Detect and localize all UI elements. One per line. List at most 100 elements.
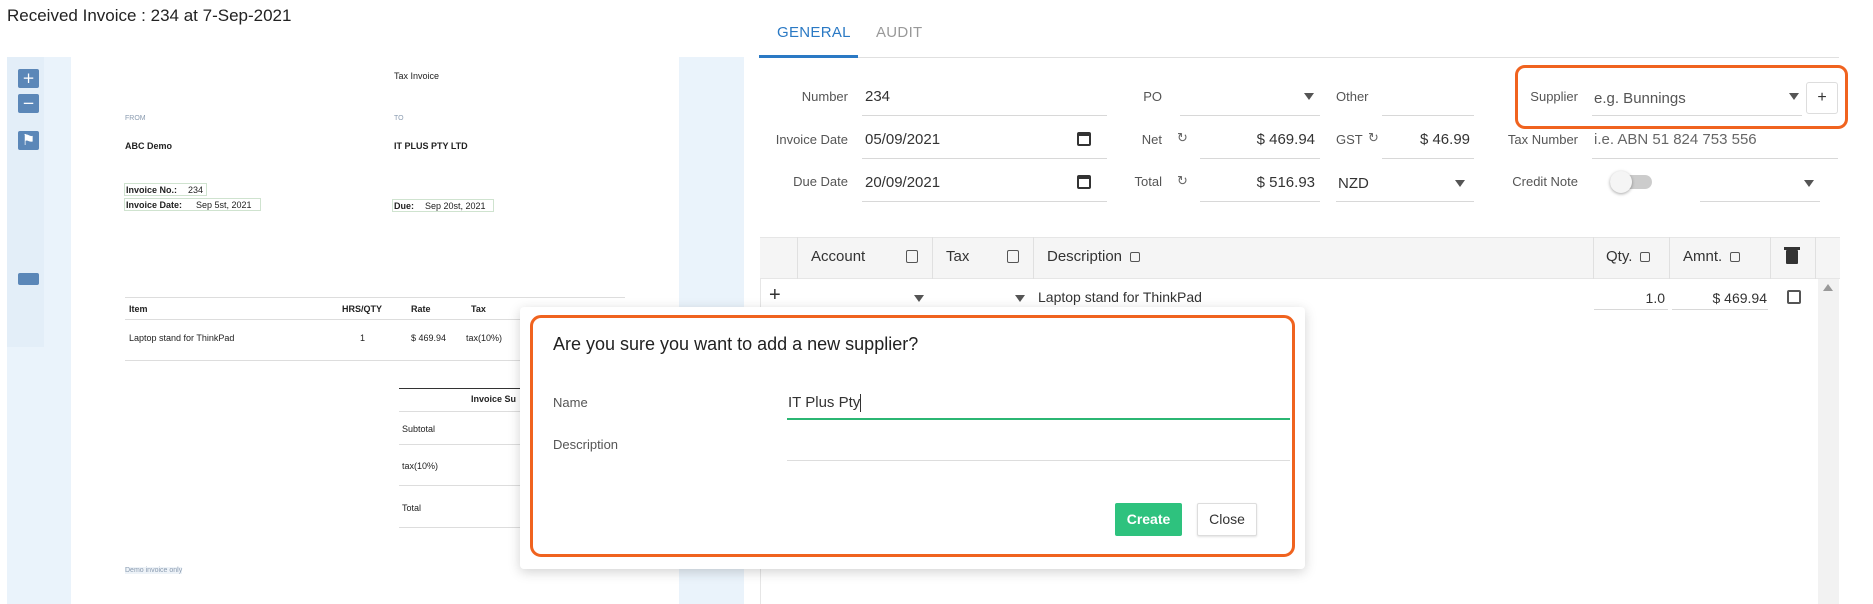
- copy-icon[interactable]: [1007, 250, 1019, 263]
- total-recalc-icon[interactable]: ↻: [1177, 174, 1188, 189]
- grid-col-divider: [1770, 237, 1771, 279]
- preview-th-qty: HRS/QTY: [342, 304, 383, 314]
- grid-header-account[interactable]: Account: [811, 248, 865, 265]
- row-checkbox[interactable]: [1787, 290, 1801, 304]
- due-date-label: Due Date: [793, 174, 848, 189]
- trash-icon[interactable]: [1786, 250, 1798, 264]
- column-settings-icon[interactable]: [1730, 252, 1740, 262]
- row-description[interactable]: Laptop stand for ThinkPad: [1038, 289, 1202, 305]
- total-label: Total: [1134, 174, 1162, 189]
- preview-footer: Demo invoice only: [125, 567, 183, 574]
- number-underline: [862, 115, 1107, 116]
- grid-header-description[interactable]: Description: [1047, 248, 1122, 265]
- grid-header-tax[interactable]: Tax: [946, 248, 969, 265]
- scroll-up-icon[interactable]: [1823, 284, 1833, 291]
- add-row-button[interactable]: +: [769, 284, 781, 307]
- create-button[interactable]: Create: [1115, 503, 1182, 536]
- account-dropdown-icon[interactable]: [914, 295, 924, 302]
- active-tab-indicator: [759, 55, 858, 58]
- zoom-out-button[interactable]: −: [18, 94, 39, 113]
- preview-summary-total: Total: [402, 503, 422, 513]
- gst-field[interactable]: $ 46.99: [1390, 131, 1470, 148]
- tab-general[interactable]: GENERAL: [777, 24, 851, 41]
- preview-th-tax: Tax: [471, 304, 486, 314]
- other-label: Other: [1336, 89, 1369, 104]
- flag-button[interactable]: ⚑: [18, 131, 39, 150]
- preview-from-name: ABC Demo: [125, 141, 173, 151]
- credit-note-dropdown-icon[interactable]: [1804, 180, 1814, 187]
- tax-number-underline: [1592, 158, 1838, 159]
- preview-invoice-date: Sep 5st, 2021: [196, 200, 252, 210]
- grid-col-divider: [1593, 237, 1594, 279]
- add-supplier-button[interactable]: +: [1806, 82, 1838, 114]
- net-recalc-icon[interactable]: ↻: [1177, 131, 1188, 146]
- invoice-date-label: Invoice Date: [775, 132, 848, 147]
- preview-invoice-date-label: Invoice Date:: [126, 200, 183, 210]
- other-field[interactable]: [1382, 115, 1474, 116]
- grid-header-qty[interactable]: Qty.: [1606, 248, 1632, 265]
- po-field[interactable]: [1180, 115, 1320, 116]
- currency-dropdown-icon[interactable]: [1455, 180, 1465, 187]
- text-cursor: [860, 394, 861, 412]
- dialog-name-underline: [787, 418, 1290, 420]
- row-qty[interactable]: 1.0: [1600, 290, 1665, 306]
- net-field[interactable]: $ 469.94: [1210, 131, 1315, 148]
- grid-col-divider: [1815, 237, 1816, 279]
- preview-cell-tax: tax(10%): [466, 333, 503, 343]
- column-settings-icon[interactable]: [1640, 252, 1650, 262]
- supplier-dropdown-icon[interactable]: [1789, 93, 1799, 100]
- number-label: Number: [801, 89, 848, 104]
- credit-note-select[interactable]: [1700, 201, 1820, 202]
- row-amount-underline: [1672, 309, 1768, 310]
- preview-cell-qty: 1: [360, 333, 366, 343]
- tax-number-field[interactable]: i.e. ABN 51 824 753 556: [1594, 131, 1757, 148]
- grid-header-amount[interactable]: Amnt.: [1683, 248, 1722, 265]
- grid-col-divider: [1669, 237, 1670, 279]
- po-dropdown-icon[interactable]: [1304, 93, 1314, 100]
- grid-scrollbar[interactable]: [1818, 279, 1839, 604]
- row-amount[interactable]: $ 469.94: [1675, 290, 1768, 306]
- dialog-title: Are you sure you want to add a new suppl…: [553, 334, 919, 354]
- preview-cell-item: Laptop stand for ThinkPad: [129, 333, 235, 343]
- row-qty-underline: [1594, 309, 1668, 310]
- dialog-description-input[interactable]: [787, 460, 1290, 461]
- number-field[interactable]: 234: [865, 88, 890, 105]
- preview-scroll-handle[interactable]: [18, 273, 39, 285]
- dialog-name-label: Name: [553, 395, 588, 410]
- invoice-date-underline: [862, 158, 1107, 159]
- net-underline: [1200, 158, 1320, 159]
- due-date-field[interactable]: 20/09/2021: [865, 174, 940, 191]
- close-button[interactable]: Close: [1197, 503, 1257, 536]
- credit-note-toggle-knob[interactable]: [1610, 171, 1632, 193]
- grid-header: [760, 237, 1840, 279]
- preview-to-label: TO: [394, 115, 404, 122]
- tabs-divider: [759, 57, 1839, 58]
- column-settings-icon[interactable]: [1130, 252, 1140, 262]
- invoice-date-field[interactable]: 05/09/2021: [865, 131, 940, 148]
- supplier-underline: [1592, 115, 1802, 116]
- grid-col-divider: [797, 237, 798, 279]
- currency-select[interactable]: NZD: [1338, 175, 1369, 192]
- page-title: Received Invoice : 234 at 7-Sep-2021: [7, 6, 292, 25]
- dialog-description-label: Description: [553, 437, 619, 452]
- preview-summary-header: Invoice Su: [471, 394, 517, 404]
- calendar-icon[interactable]: [1077, 132, 1091, 146]
- supplier-select[interactable]: e.g. Bunnings: [1594, 90, 1686, 107]
- tab-audit[interactable]: AUDIT: [876, 24, 923, 41]
- preview-to-name: IT PLUS PTY LTD: [394, 141, 468, 151]
- tax-dropdown-icon[interactable]: [1015, 295, 1025, 302]
- copy-icon[interactable]: [906, 250, 918, 263]
- total-field[interactable]: $ 516.93: [1210, 174, 1315, 191]
- currency-underline: [1336, 201, 1474, 202]
- gst-label: GST: [1336, 132, 1363, 147]
- calendar-icon[interactable]: [1077, 175, 1091, 189]
- credit-note-label: Credit Note: [1512, 174, 1578, 189]
- zoom-in-button[interactable]: +: [18, 69, 39, 88]
- dialog-name-input[interactable]: IT Plus Pty: [788, 394, 860, 411]
- grid-col-divider: [932, 237, 933, 279]
- gst-recalc-icon[interactable]: ↻: [1368, 131, 1379, 146]
- preview-invoice-no: 234: [188, 185, 204, 195]
- gst-underline: [1382, 158, 1474, 159]
- total-underline: [1200, 201, 1320, 202]
- preview-table-rule: [125, 297, 625, 298]
